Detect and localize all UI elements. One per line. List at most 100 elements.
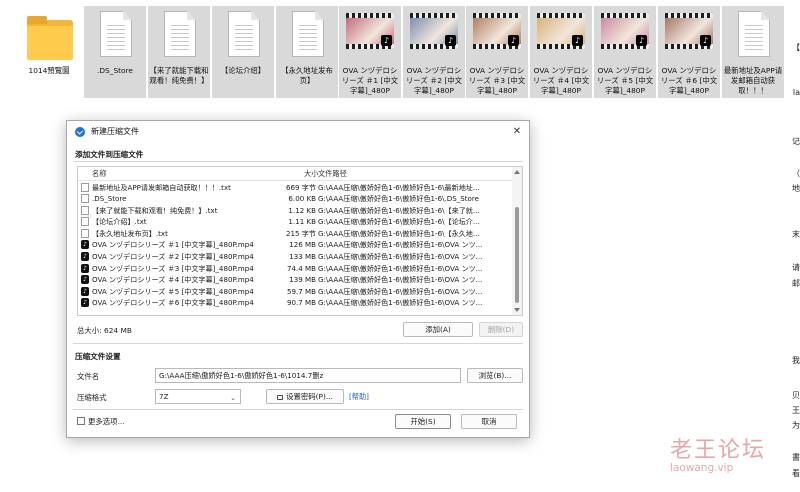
table-row[interactable]: ♪ OVA ンヅデロシリーズ ＃2 [中文字幕]_480P.mp4 133 MB G:… (78, 251, 512, 263)
scroll-up-icon[interactable] (514, 170, 520, 174)
browse-button[interactable]: 浏览(B)... (467, 368, 523, 383)
table-row[interactable]: ♪ OVA ンヅデロシリーズ ＃4 [中文字幕]_480P.mp4 139 MB G:… (78, 274, 512, 286)
row-path: G:\AAA压缩\傲娇好色1-6\傲娇好色1-6\【永久地... (318, 228, 480, 238)
video-file-icon: ♪ (81, 240, 89, 250)
desktop-file-label: OVA ンヅデロシリーズ ＃3 [中文字幕]_480P (468, 66, 526, 95)
delete-button[interactable]: 删除(D) (479, 322, 523, 337)
desktop-file-label: OVA ンヅデロシリーズ ＃2 [中文字幕]_480P (405, 66, 463, 95)
table-row[interactable]: 最新地址及APP请发邮箱自动获取！！！.txt 669 字节 G:\AAA压缩\傲娇… (78, 181, 512, 193)
desktop-file[interactable]: 【永久地址发布页】 (276, 6, 338, 98)
table-row[interactable]: ♪ OVA ンヅデロシリーズ ＃5 [中文字幕]_480P.mp4 59.7 MB G… (78, 285, 512, 297)
desktop-file[interactable]: ♪ OVA ンヅデロシリーズ ＃5 [中文字幕]_480P (594, 6, 656, 98)
filename-label: 文件名 (77, 372, 100, 381)
file-list-rows: 最新地址及APP请发邮箱自动获取！！！.txt 669 字节 G:\AAA压缩\傲娇… (78, 181, 512, 309)
more-options-label[interactable]: 更多选项... (88, 416, 125, 427)
row-size: 1.11 KB (288, 217, 316, 227)
close-icon[interactable]: ✕ (509, 124, 525, 140)
new-archive-dialog: 新建压缩文件 ✕ 添加文件到压缩文件 名称 大小 文件路径 最新地址及APP请发… (66, 120, 530, 438)
column-size[interactable]: 大小 (304, 169, 318, 179)
row-name: OVA ンヅデロシリーズ ＃5 [中文字幕]_480P.mp4 (92, 286, 254, 296)
row-name: 【论坛介绍】.txt (92, 217, 147, 227)
text-file-icon (81, 194, 89, 204)
lock-icon (277, 395, 284, 400)
table-row[interactable]: 【永久地址发布页】.txt 215 字节 G:\AAA压缩\傲娇好色1-6\傲娇好色… (78, 227, 512, 239)
dialog-titlebar[interactable]: 新建压缩文件 ✕ (67, 121, 529, 143)
row-size: 126 MB (289, 240, 316, 250)
desktop-file[interactable]: 最新地址及APP请发邮箱自动获取！！！ (722, 6, 784, 98)
desktop-file-grid: 1014預覽圖 .DS_Store 【来了就能下载和观看！纯免费！】 【论坛介绍】 【永… (18, 6, 788, 102)
set-password-label: 设置密码(P)... (286, 392, 333, 401)
file-list-scrollbar[interactable] (512, 167, 522, 315)
desktop-file-label: 1014預覽圖 (28, 66, 70, 75)
article-fragment: 记 (792, 137, 800, 146)
article-fragment: 为 (792, 421, 800, 430)
row-name: 最新地址及APP请发邮箱自动获取！！！.txt (92, 182, 231, 192)
desktop-file[interactable]: ♪ OVA ンヅデロシリーズ ＃4 [中文字幕]_480P (530, 6, 592, 98)
site-watermark: 老王论坛 laowang.vip (670, 432, 790, 474)
help-link[interactable]: [帮助] (349, 392, 369, 402)
desktop-file-label: OVA ンヅデロシリーズ ＃6 [中文字幕]_480P (660, 66, 718, 95)
video-file-icon: ♪ (81, 263, 89, 273)
desktop-file[interactable]: .DS_Store (84, 6, 146, 98)
desktop-file[interactable]: ♪ OVA ンヅデロシリーズ ＃2 [中文字幕]_480P (403, 6, 465, 98)
divider (73, 343, 523, 344)
start-button[interactable]: 开始(S) (395, 414, 451, 429)
article-fragment: 看 (792, 469, 800, 478)
set-password-button[interactable]: 设置密码(P)... (266, 389, 344, 404)
row-name: OVA ンヅデロシリーズ ＃4 [中文字幕]_480P.mp4 (92, 275, 254, 285)
article-fragment: 请 (792, 263, 800, 272)
add-button[interactable]: 添加(A) (403, 322, 473, 337)
desktop-file-label: OVA ンヅデロシリーズ ＃4 [中文字幕]_480P (532, 66, 590, 95)
row-path: G:\AAA压缩\傲娇好色1-6\傲娇好色1-6\最新地址... (318, 182, 480, 192)
table-row[interactable]: ♪ OVA ンヅデロシリーズ ＃3 [中文字幕]_480P.mp4 74.4 MB G… (78, 262, 512, 274)
desktop-file[interactable]: 1014預覽圖 (18, 6, 80, 98)
desktop-file[interactable]: 【论坛介绍】 (212, 6, 274, 98)
text-file-icon (90, 10, 140, 64)
article-fragment: la (792, 88, 800, 97)
desktop-file-label: 【永久地址发布页】 (281, 66, 333, 85)
row-name: .DS_Store (92, 194, 127, 204)
video-thumbnail-icon: ♪ (536, 10, 586, 64)
desktop-file-label: .DS_Store (97, 66, 133, 75)
column-path[interactable]: 文件路径 (318, 169, 347, 179)
row-path: G:\AAA压缩\傲娇好色1-6\傲娇好色1-6\OVA ンツ... (318, 252, 483, 262)
table-row[interactable]: 【来了就能下载和观看！纯免费！】.txt 1.12 KB G:\AAA压缩\傲娇好色… (78, 204, 512, 216)
row-path: G:\AAA压缩\傲娇好色1-6\傲娇好色1-6\【来了就... (318, 205, 480, 215)
video-thumbnail-icon: ♪ (600, 10, 650, 64)
desktop-file[interactable]: ♪ OVA ンヅデロシリーズ ＃6 [中文字幕]_480P (658, 6, 720, 98)
background-article-text: 【 la 记 （ 地末请邮我贝王为書看 (786, 0, 800, 492)
table-row[interactable]: .DS_Store 6.00 KB G:\AAA压缩\傲娇好色1-6\傲娇好色1-6… (78, 193, 512, 205)
row-path: G:\AAA压缩\傲娇好色1-6\傲娇好色1-6\OVA ンツ... (318, 286, 483, 296)
folder-icon (24, 10, 74, 64)
scroll-down-icon[interactable] (514, 308, 520, 312)
row-name: 【来了就能下载和观看！纯免费！】.txt (92, 205, 218, 215)
app-icon (75, 127, 85, 137)
text-file-icon (154, 10, 204, 64)
row-name: OVA ンヅデロシリーズ ＃2 [中文字幕]_480P.mp4 (92, 252, 254, 262)
article-fragment: （ (792, 169, 800, 178)
format-value: 7Z (159, 392, 169, 401)
table-row[interactable]: 【论坛介绍】.txt 1.11 KB G:\AAA压缩\傲娇好色1-6\傲娇好色1-… (78, 216, 512, 228)
row-size: 90.7 MB (286, 298, 316, 308)
desktop-file[interactable]: ♪ OVA ンヅデロシリーズ ＃1 [中文字幕]_480P (339, 6, 401, 98)
more-options-checkbox[interactable] (77, 417, 85, 425)
row-path: G:\AAA压缩\傲娇好色1-6\傲娇好色1-6\OVA ンツ... (318, 263, 483, 273)
article-fragment: 我 (792, 356, 800, 365)
row-name: OVA ンヅデロシリーズ ＃3 [中文字幕]_480P.mp4 (92, 263, 254, 273)
format-select[interactable]: 7Z ⌄ (155, 389, 241, 404)
filename-input[interactable]: G:\AAA压缩\傲娇好色1-6\傲娇好色1-6\1014.7删z (155, 368, 461, 383)
desktop-file[interactable]: 【来了就能下载和观看！纯免费！】 (148, 6, 210, 98)
desktop-file[interactable]: ♪ OVA ンヅデロシリーズ ＃3 [中文字幕]_480P (466, 6, 528, 98)
row-size: 1.12 KB (288, 205, 316, 215)
column-name[interactable]: 名称 (92, 169, 106, 179)
table-row[interactable]: ♪ OVA ンヅデロシリーズ ＃6 [中文字幕]_480P.mp4 90.7 MB G… (78, 297, 512, 309)
format-label: 压缩格式 (77, 393, 107, 402)
table-row[interactable]: ♪ OVA ンヅデロシリーズ ＃1 [中文字幕]_480P.mp4 126 MB G:… (78, 239, 512, 251)
file-list[interactable]: 名称 大小 文件路径 最新地址及APP请发邮箱自动获取！！！.txt 669 字节… (77, 166, 523, 316)
text-file-icon (81, 182, 89, 192)
row-path: G:\AAA压缩\傲娇好色1-6\傲娇好色1-6\OVA ンツ... (318, 240, 483, 250)
settings-section-title: 压缩文件设置 (75, 352, 121, 361)
desktop-file-label: 【论坛介绍】 (220, 66, 266, 75)
cancel-button[interactable]: 取消 (461, 414, 517, 429)
scroll-thumb[interactable] (515, 207, 519, 303)
